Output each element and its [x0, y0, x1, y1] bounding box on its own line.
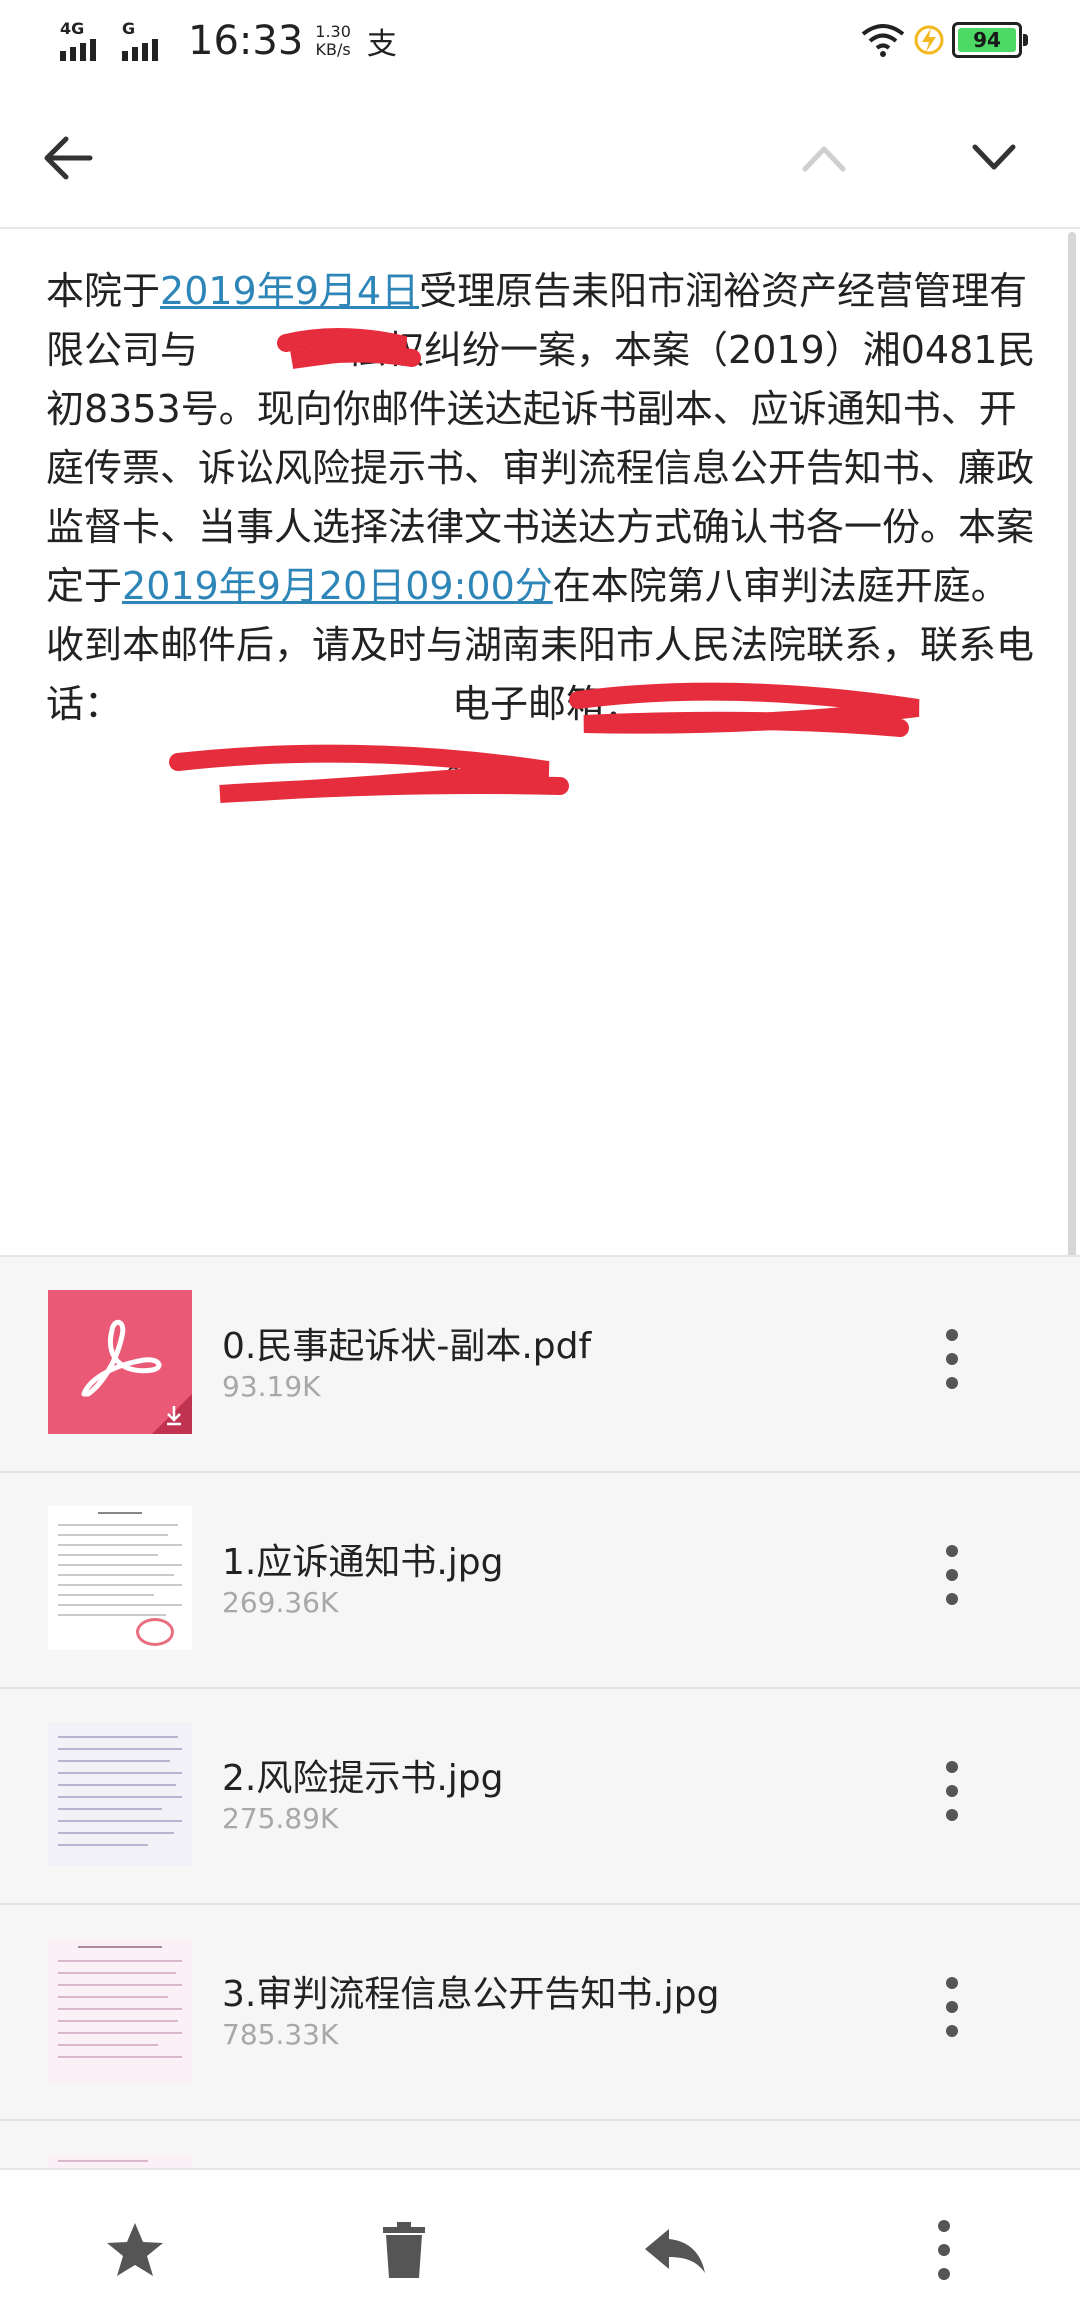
seal-stamp	[136, 1618, 174, 1646]
battery-indicator: 94	[952, 22, 1028, 58]
attachment-name: 0.民事起诉状-副本.pdf	[222, 1326, 592, 1367]
alipay-icon: 支	[366, 27, 397, 62]
hearing-time-link[interactable]: 2019年9月20日09:00分	[122, 564, 553, 608]
attachment-size: 785.33K	[222, 2018, 339, 2051]
attachment-name: 3.审判流程信息公开告知书.jpg	[222, 1974, 720, 2015]
back-button[interactable]	[30, 120, 106, 196]
more-options-button[interactable]	[905, 2210, 985, 2290]
more-vertical-icon[interactable]	[940, 1545, 964, 1615]
mail-body: 本院于2019年9月4日受理原告耒阳市润裕资产经营管理有限公司与 偿权纠纷一案，本…	[46, 262, 1036, 793]
reply-button[interactable]	[635, 2210, 715, 2290]
body-text-1: 本院于	[46, 269, 161, 313]
attachment-item[interactable]: 0.民事起诉状-副本.pdf 93.19K	[0, 1257, 1080, 1473]
chevron-down-icon	[972, 144, 1016, 170]
delete-button[interactable]	[364, 2210, 444, 2290]
image-thumbnail	[48, 1506, 192, 1650]
status-bar: 4G G 16:33 1.30 KB/s 支 94	[0, 0, 1080, 90]
mail-toolbar	[0, 90, 1080, 229]
network-type-1: 4G	[60, 19, 85, 38]
next-mail-button[interactable]	[956, 120, 1032, 196]
attachment-item[interactable]: 2.风险提示书.jpg 275.89K	[0, 1689, 1080, 1905]
image-thumbnail	[48, 1938, 192, 2082]
attachment-name: 1.应诉通知书.jpg	[222, 1542, 504, 1583]
clock: 16:33	[188, 18, 304, 64]
image-thumbnail	[48, 1722, 192, 1866]
attachment-item[interactable]: 3.审判流程信息公开告知书.jpg 785.33K	[0, 1905, 1080, 2121]
star-button[interactable]	[95, 2210, 175, 2290]
body-text-5: 电子邮箱：	[452, 682, 643, 726]
body-text-6: 。	[446, 741, 485, 785]
attachment-item-partial[interactable]	[0, 2121, 1080, 2172]
trash-icon	[383, 2222, 425, 2278]
reply-icon	[645, 2229, 705, 2273]
bottom-action-bar	[0, 2168, 1080, 2318]
battery-level: 94	[973, 28, 1001, 52]
charging-icon	[914, 25, 944, 55]
network-type-2: G	[122, 19, 136, 38]
network-speed: 1.30 KB/s	[315, 23, 351, 59]
signal-icon: 4G	[60, 19, 112, 63]
more-vertical-icon[interactable]	[940, 1977, 964, 2047]
pdf-thumbnail	[48, 1290, 192, 1434]
redacted-email	[46, 766, 446, 776]
speed-unit: KB/s	[315, 40, 351, 59]
redacted-phone	[122, 707, 452, 717]
attachment-list: 0.民事起诉状-副本.pdf 93.19K 1.应诉通知书.jpg 269.36…	[0, 1255, 1080, 2172]
more-vertical-icon[interactable]	[940, 1761, 964, 1831]
chevron-up-icon	[802, 146, 846, 172]
acrobat-icon	[81, 1319, 192, 1434]
date-link[interactable]: 2019年9月4日	[160, 269, 419, 313]
arrow-left-icon	[44, 136, 93, 180]
attachment-name: 2.风险提示书.jpg	[222, 1758, 504, 1799]
star-icon	[107, 2223, 163, 2276]
attachment-size: 93.19K	[222, 1370, 321, 1403]
wifi-icon	[861, 24, 905, 57]
attachment-size: 269.36K	[222, 1586, 339, 1619]
attachment-size: 275.89K	[222, 1802, 339, 1835]
signal-icon-2: G	[122, 19, 170, 63]
speed-value: 1.30	[315, 22, 351, 41]
previous-mail-button[interactable]	[786, 120, 862, 196]
more-vertical-icon[interactable]	[940, 1329, 964, 1399]
redacted-name	[198, 353, 348, 363]
attachment-item[interactable]: 1.应诉通知书.jpg 269.36K	[0, 1473, 1080, 1689]
more-vertical-icon	[938, 2220, 952, 2280]
